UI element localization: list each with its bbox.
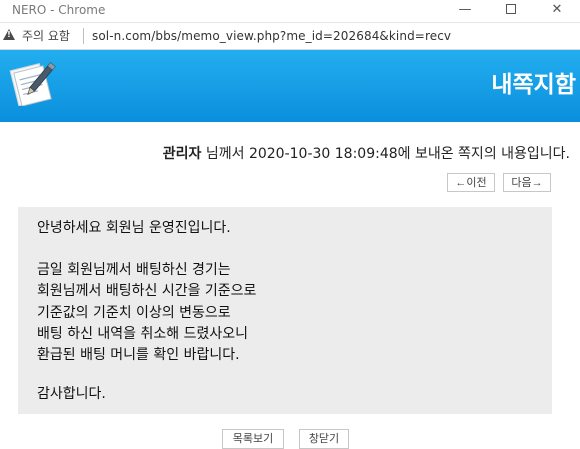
security-status-label[interactable]: 주의 요함 — [22, 28, 70, 44]
page-title: 내쪽지함 — [491, 72, 576, 98]
window-titlebar: NERO - Chrome — ✕ — [0, 0, 580, 23]
message-line: 기준값의 기준치 이상의 변동으로 — [37, 305, 231, 321]
message-info-line: 관리자 님께서 2020-10-30 18:09:48에 보내온 쪽지의 내용입… — [163, 144, 570, 164]
sender-name: 관리자 — [162, 146, 202, 162]
next-button[interactable]: 다음→ — [503, 173, 551, 192]
address-separator — [83, 28, 84, 44]
close-window-button[interactable]: ✕ — [534, 0, 580, 22]
address-bar[interactable]: ! 주의 요함 sol-n.com/bbs/memo_view.php?me_i… — [0, 23, 580, 50]
message-line: 안녕하세요 회원님 운영진입니다. — [37, 220, 231, 236]
list-button[interactable]: 목록보기 — [222, 429, 284, 449]
page-header: 내쪽지함 — [0, 50, 580, 122]
message-line: 회원님께서 배팅하신 시간을 기준으로 — [37, 283, 257, 299]
close-button[interactable]: 창닫기 — [299, 429, 349, 449]
maximize-icon — [506, 3, 516, 14]
message-body: 안녕하세요 회원님 운영진입니다. 금일 회원님께서 배팅하신 경기는 회원님께… — [18, 207, 552, 414]
window-title: NERO - Chrome — [12, 3, 106, 17]
minimize-button[interactable]: — — [442, 0, 488, 22]
message-info-text: 님께서 2020-10-30 18:09:48에 보내온 쪽지의 내용입니다. — [201, 146, 570, 162]
message-line: 환급된 배팅 머니를 확인 바랍니다. — [37, 347, 240, 363]
maximize-button[interactable] — [488, 0, 534, 22]
url-text[interactable]: sol-n.com/bbs/memo_view.php?me_id=202684… — [92, 28, 451, 44]
message-line: 금일 회원님께서 배팅하신 경기는 — [37, 262, 231, 278]
message-line: 감사합니다. — [37, 386, 106, 402]
memo-paper-pen-icon — [9, 62, 56, 106]
warning-exclamation: ! — [7, 30, 11, 39]
message-line: 배팅 하신 내역을 취소해 드렸사오니 — [37, 326, 248, 342]
prev-button[interactable]: ←이전 — [447, 173, 495, 192]
